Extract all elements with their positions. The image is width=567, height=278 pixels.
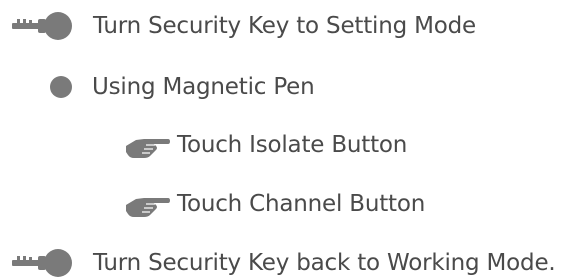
pointing-hand-icon xyxy=(126,198,170,217)
step-text: Using Magnetic Pen xyxy=(92,74,315,100)
key-icon xyxy=(12,249,72,277)
instruction-step-3: Touch Isolate Button xyxy=(124,130,407,160)
pointing-hand-icon xyxy=(126,139,170,158)
instruction-step-5: Turn Security Key back to Working Mode. xyxy=(12,248,556,278)
step-text: Touch Isolate Button xyxy=(177,132,408,158)
bullet-dot-icon xyxy=(50,76,72,98)
instruction-step-1: Turn Security Key to Setting Mode xyxy=(12,11,476,41)
step-text: Turn Security Key to Setting Mode xyxy=(93,13,476,39)
instruction-step-2: Using Magnetic Pen xyxy=(50,72,315,102)
step-text: Touch Channel Button xyxy=(177,191,426,217)
instruction-step-4: Touch Channel Button xyxy=(124,189,425,219)
step-text: Turn Security Key back to Working Mode. xyxy=(93,250,556,276)
key-icon xyxy=(12,12,72,40)
